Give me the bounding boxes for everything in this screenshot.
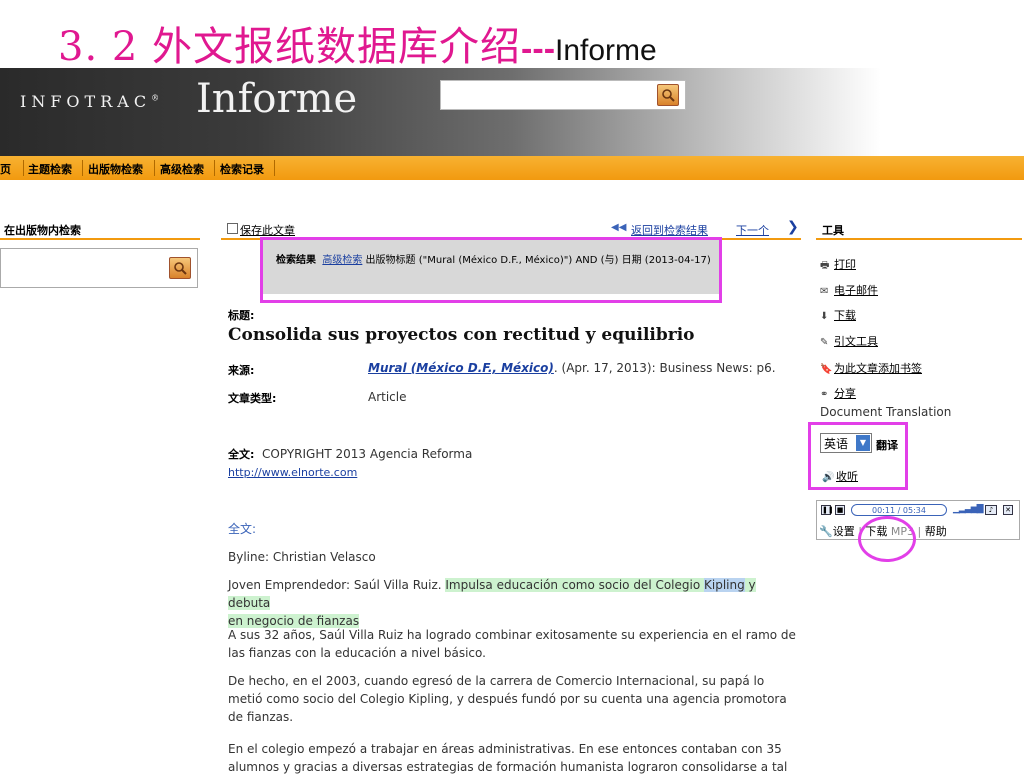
bookmark-link[interactable]: 🔖 为此文章添加书签 [820, 360, 922, 376]
nav-divider [214, 160, 215, 176]
publication-search-panel: 在出版物内检索 [0, 218, 200, 298]
para1-lead: Joven Emprendedor: Saúl Villa Ruiz. [228, 578, 446, 592]
pause-button[interactable]: ❚❚ [821, 505, 834, 515]
player-settings-link[interactable]: 设置 [833, 525, 855, 538]
email-icon: ✉ [820, 286, 829, 297]
print-label[interactable]: 打印 [834, 258, 856, 271]
slide-title: 3. 2 外文报纸数据库介绍---Informe [58, 14, 657, 74]
highlight-text: Impulsa educación como socio del Colegio [445, 578, 705, 592]
close-icon[interactable]: ✕ [1003, 505, 1013, 515]
next-article-link[interactable]: 下一个 [736, 222, 769, 238]
nav-divider [154, 160, 155, 176]
type-label: 文章类型: [228, 392, 277, 405]
publication-search-input[interactable] [0, 248, 198, 288]
download-link[interactable]: ⬇ 下载 [820, 307, 856, 323]
bookmark-icon: 🔖 [820, 364, 833, 375]
divider: | [917, 525, 922, 538]
publication-search-button[interactable] [169, 257, 191, 279]
top-search-box[interactable] [440, 80, 686, 110]
title-label: 标题: [228, 309, 255, 322]
source-label: 来源: [228, 364, 255, 377]
source-details: . (Apr. 17, 2013): Business News: p6. [553, 361, 776, 375]
article-paragraph: En el colegio empezó a trabajar en áreas… [228, 742, 788, 774]
article-paragraph: Joven Emprendedor: Saúl Villa Ruiz. Impu… [228, 576, 798, 630]
article-paragraph: A sus 32 años, Saúl Villa Ruiz ha lograd… [228, 628, 796, 660]
copyright-text: COPYRIGHT 2013 Agencia Reforma [262, 447, 473, 461]
source-link[interactable]: Mural (México D.F., México) [368, 361, 554, 375]
article-title: Consolida sus proyectos con rectitud y e… [228, 325, 695, 345]
download-icon: ⬇ [820, 311, 829, 322]
email-link[interactable]: ✉ 电子邮件 [820, 282, 878, 298]
slide-title-dash: --- [521, 30, 556, 68]
nav-item-publication[interactable]: 出版物检索 [88, 161, 143, 177]
slide-title-zh: 3. 2 外文报纸数据库介绍 [58, 24, 522, 70]
annotation-rectangle [260, 237, 722, 303]
slide-title-en: Informe [555, 34, 657, 67]
brand-informe: Informe [196, 76, 358, 122]
article-paragraph: De hecho, en el 2003, cuando egresó de l… [228, 674, 787, 724]
byline: Byline: Christian Velasco [228, 550, 376, 564]
nav-item-history[interactable]: 检索记录 [220, 161, 264, 177]
tools-panel: 工具 [816, 218, 1022, 240]
printer-icon: 🖶 [820, 260, 830, 271]
registered-mark: ® [151, 93, 165, 103]
next-chevron-icon[interactable]: ❯ [787, 219, 799, 235]
search-button[interactable] [657, 84, 679, 106]
download-label[interactable]: 下载 [834, 309, 856, 322]
bookmark-label[interactable]: 为此文章添加书签 [834, 362, 922, 375]
audio-player: ❚❚ ■ 00:11 / 05:34 ▁▂▃▅▇ ♪ ✕ 🔧设置 | 下载 MP… [816, 500, 1020, 540]
publication-search-header: 在出版物内检索 [0, 218, 200, 240]
brand-infotrac: INFOTRAC® [20, 92, 164, 111]
share-icon: ⚭ [820, 389, 829, 400]
email-label[interactable]: 电子邮件 [834, 284, 878, 297]
annotation-circle [858, 516, 916, 562]
citation-tools-label[interactable]: 引文工具 [834, 335, 878, 348]
fulltext-heading: 全文: [228, 522, 257, 536]
save-article-checkbox[interactable] [227, 223, 238, 234]
source-url-link[interactable]: http://www.elnorte.com [228, 466, 357, 479]
stop-button[interactable]: ■ [835, 505, 845, 515]
nav-item-home[interactable]: 页 [0, 161, 11, 177]
type-value: Article [368, 390, 407, 404]
fulltext-copyright: 全文: COPYRIGHT 2013 Agencia Reforma [228, 446, 472, 462]
player-progress[interactable]: 00:11 / 05:34 [851, 504, 947, 516]
back-arrow-icon[interactable]: ◀◀ [611, 222, 626, 233]
nav-item-advanced[interactable]: 高级检索 [160, 161, 204, 177]
help-link[interactable]: 帮助 [925, 525, 947, 538]
main-nav: 页 主题检索 出版物检索 高级检索 检索记录 [0, 156, 1024, 180]
nav-item-subject[interactable]: 主题检索 [28, 161, 72, 177]
search-icon [174, 262, 187, 275]
pencil-icon: ✎ [820, 337, 829, 348]
settings-icon: 🔧 [819, 525, 833, 538]
fulltext-label: 全文: [228, 448, 255, 461]
tools-header: 工具 [816, 218, 1022, 240]
share-link[interactable]: ⚭ 分享 [820, 385, 856, 401]
document-translation-label: Document Translation [820, 405, 952, 419]
highlight-keyword: Kipling [704, 578, 745, 592]
volume-level-icon[interactable]: ▁▂▃▅▇ [953, 504, 984, 514]
share-label[interactable]: 分享 [834, 387, 856, 400]
speaker-icon[interactable]: ♪ [985, 505, 997, 515]
citation-tools-link[interactable]: ✎ 引文工具 [820, 333, 878, 349]
save-article-label[interactable]: 保存此文章 [240, 222, 295, 238]
source-value: Mural (México D.F., México). (Apr. 17, 2… [368, 361, 776, 375]
annotation-rectangle [808, 422, 908, 490]
brand-infotrac-text: INFOTRAC [20, 92, 152, 111]
nav-divider [23, 160, 24, 176]
back-to-results-link[interactable]: 返回到检索结果 [631, 222, 708, 238]
nav-divider [274, 160, 275, 176]
print-link[interactable]: 🖶 打印 [820, 256, 856, 275]
nav-divider [82, 160, 83, 176]
search-icon [662, 89, 675, 102]
